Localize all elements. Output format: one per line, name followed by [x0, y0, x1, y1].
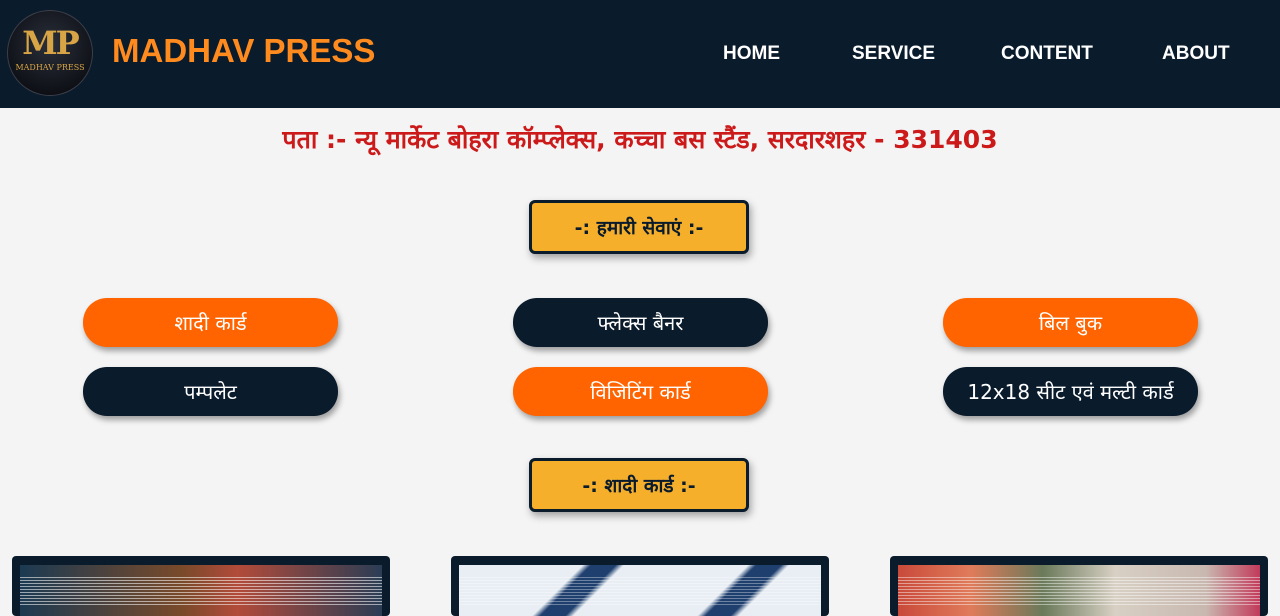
- card-image: [898, 565, 1260, 616]
- nav-about[interactable]: ABOUT: [1162, 43, 1230, 65]
- wedding-card-heading: -: शादी कार्ड :-: [529, 458, 749, 512]
- logo[interactable]: MP MADHAV PRESS: [0, 0, 101, 108]
- logo-emblem: MP MADHAV PRESS: [7, 10, 93, 96]
- site-header: MP MADHAV PRESS MADHAV PRESS HOME SERVIC…: [0, 0, 1280, 108]
- logo-monogram: MP: [22, 24, 79, 62]
- card-image-overlay: [459, 575, 821, 605]
- card-image: [20, 565, 382, 616]
- service-bill-book[interactable]: बिल बुक: [943, 298, 1198, 347]
- services-heading: -: हमारी सेवाएं :-: [529, 200, 749, 254]
- service-multi-card[interactable]: 12x18 सीट एवं मल्टी कार्ड: [943, 367, 1198, 416]
- card-image-overlay: [20, 575, 382, 605]
- service-flex-banner[interactable]: फ्लेक्स बैनर: [513, 298, 768, 347]
- service-visiting-card[interactable]: विजिटिंग कार्ड: [513, 367, 768, 416]
- wedding-card-image-2[interactable]: [451, 556, 829, 616]
- wedding-card-image-3[interactable]: [890, 556, 1268, 616]
- wedding-card-image-1[interactable]: [12, 556, 390, 616]
- nav-service[interactable]: SERVICE: [852, 43, 935, 65]
- card-image: [459, 565, 821, 616]
- nav-content[interactable]: CONTENT: [1001, 43, 1093, 65]
- nav-home[interactable]: HOME: [723, 43, 780, 65]
- service-pamphlet[interactable]: पम्पलेट: [83, 367, 338, 416]
- address-line: पता :- न्यू मार्केट बोहरा कॉम्प्लेक्स, क…: [282, 125, 998, 154]
- brand-name[interactable]: MADHAV PRESS: [112, 32, 375, 70]
- logo-subtitle: MADHAV PRESS: [15, 63, 85, 72]
- service-wedding-card[interactable]: शादी कार्ड: [83, 298, 338, 347]
- card-image-overlay: [898, 575, 1260, 605]
